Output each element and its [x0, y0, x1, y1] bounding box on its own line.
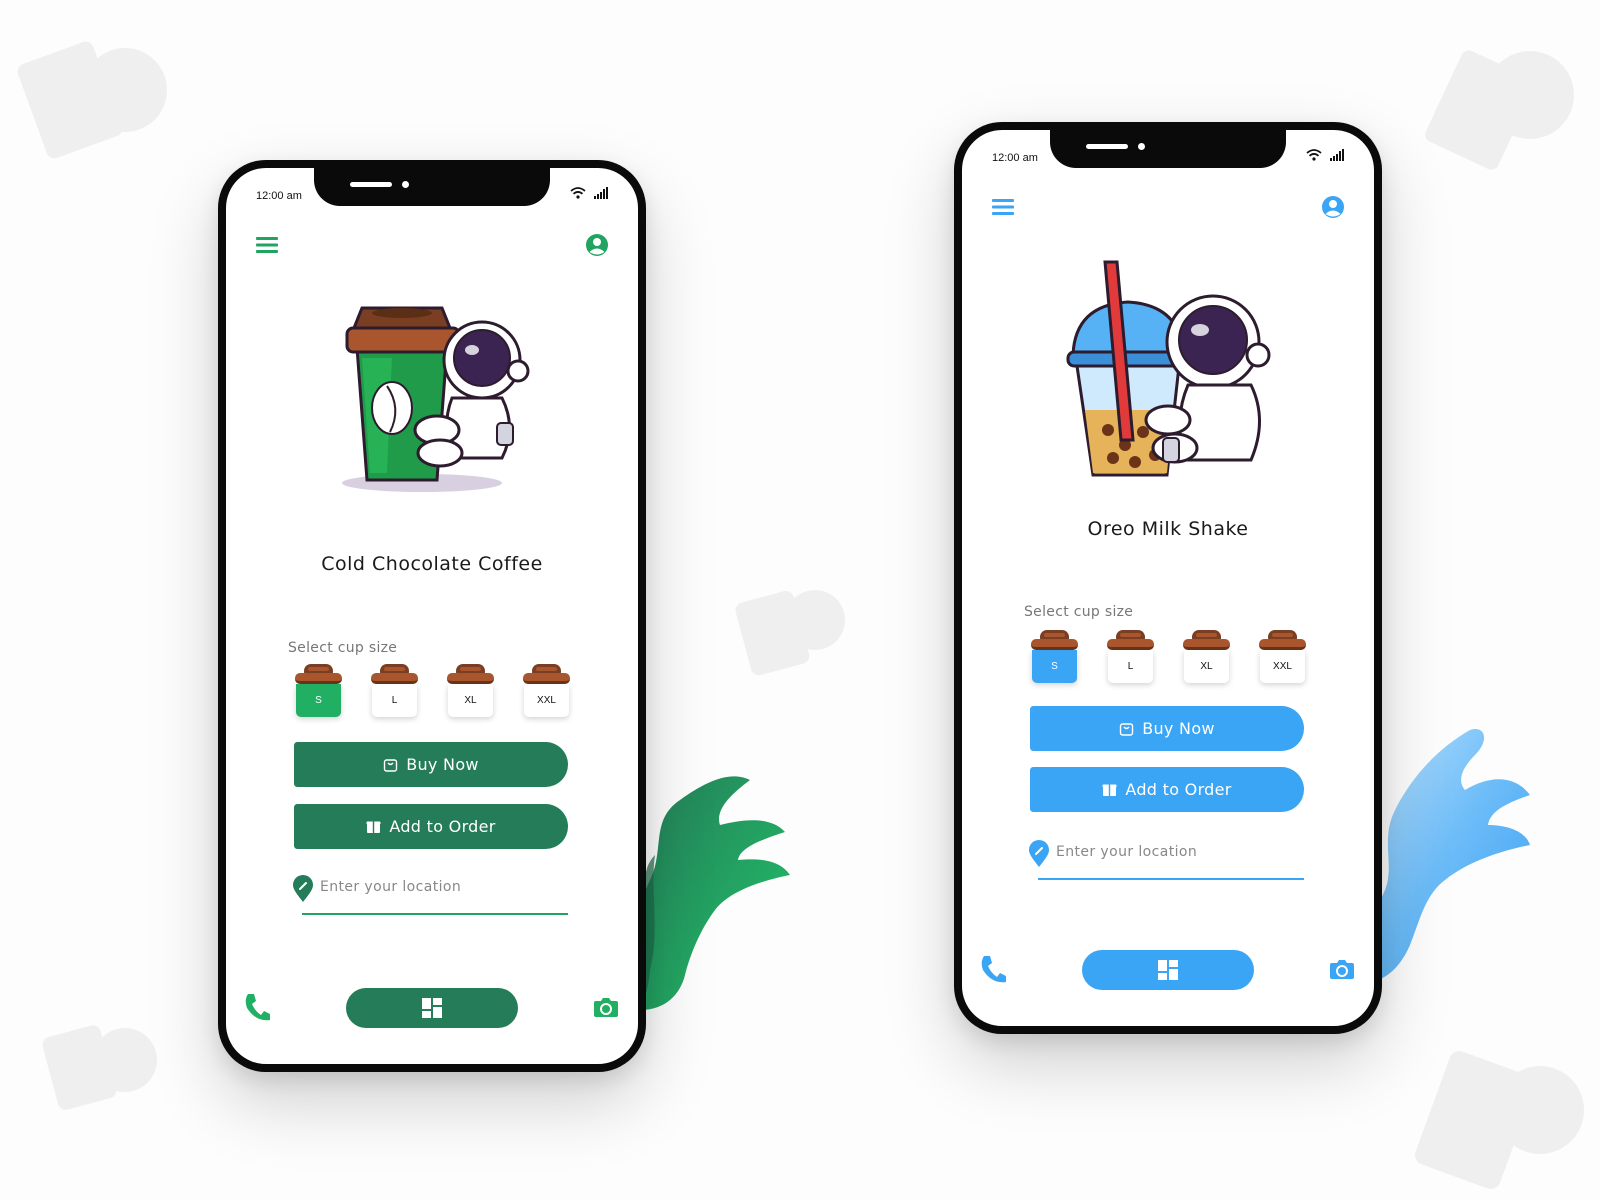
buy-now-button[interactable]: Buy Now	[1030, 706, 1304, 751]
home-dashboard-button[interactable]	[1082, 950, 1254, 990]
user-avatar-icon	[1322, 196, 1344, 218]
shopping-bag-icon	[1119, 723, 1134, 736]
phone-notch	[314, 168, 550, 206]
astronaut-coffee-cup-illustration	[342, 306, 530, 492]
phone-mockup-milkshake: 12:00 am Oreo Milk Shake Select cup size…	[954, 122, 1382, 1034]
buy-now-button[interactable]: Buy Now	[294, 742, 568, 787]
bottom-navigation	[962, 948, 1374, 998]
background-cup-doodle-icon	[42, 1025, 157, 1110]
profile-button[interactable]	[582, 230, 612, 260]
wifi-icon	[1306, 149, 1322, 161]
showcase-canvas: 12:00 am Cold Chocolate Coffee Select cu…	[0, 0, 1600, 1200]
app-screen: 12:00 am	[962, 130, 1374, 1026]
profile-button[interactable]	[1318, 192, 1348, 222]
size-option-xl[interactable]: XL	[1182, 630, 1231, 686]
location-input[interactable]	[320, 871, 570, 903]
buy-now-label: Buy Now	[1142, 719, 1215, 738]
phone-mockup-coffee: 12:00 am Cold Chocolate Coffee Select cu…	[218, 160, 646, 1072]
product-title: Cold Chocolate Coffee	[321, 553, 543, 575]
phone-call-icon[interactable]	[244, 992, 270, 1022]
status-icons	[570, 187, 608, 199]
home-dashboard-button[interactable]	[346, 988, 518, 1028]
select-size-label: Select cup size	[1024, 604, 1134, 620]
camera-icon[interactable]	[1330, 958, 1354, 980]
location-input[interactable]	[1056, 836, 1306, 868]
background-cup-doodle-icon	[735, 590, 845, 676]
dashboard-grid-icon	[422, 998, 442, 1018]
background-cup-doodle-icon	[17, 41, 167, 159]
hamburger-menu-button[interactable]	[988, 192, 1018, 222]
signal-icon	[1330, 149, 1344, 161]
signal-icon	[594, 187, 608, 199]
add-to-order-label: Add to Order	[389, 817, 496, 836]
location-pin-icon	[293, 875, 313, 902]
shopping-bag-icon	[383, 759, 398, 772]
status-time: 12:00 am	[992, 152, 1038, 164]
add-to-order-button[interactable]: Add to Order	[294, 804, 568, 849]
cup-size-selector: S L XL XXL	[1030, 630, 1307, 686]
size-option-xxl[interactable]: XXL	[522, 664, 571, 720]
buy-now-label: Buy Now	[406, 755, 479, 774]
add-to-order-button[interactable]: Add to Order	[1030, 767, 1304, 812]
location-field	[1028, 836, 1306, 880]
app-screen: 12:00 am	[226, 168, 638, 1064]
background-cup-doodle-icon	[1425, 50, 1574, 170]
size-option-s[interactable]: S	[294, 664, 343, 720]
status-time: 12:00 am	[256, 190, 302, 202]
size-option-s[interactable]: S	[1030, 630, 1079, 686]
gift-box-icon	[366, 821, 381, 833]
wifi-icon	[570, 187, 586, 199]
location-field	[292, 871, 570, 915]
size-option-l[interactable]: L	[370, 664, 419, 720]
location-pin-icon	[1029, 840, 1049, 867]
cup-size-selector: S L XL XXL	[294, 664, 571, 720]
phone-call-icon[interactable]	[980, 954, 1006, 984]
astronaut-bubble-tea-illustration	[1066, 260, 1271, 477]
size-option-xxl[interactable]: XXL	[1258, 630, 1307, 686]
product-title: Oreo Milk Shake	[1087, 518, 1249, 540]
hamburger-icon	[256, 237, 278, 253]
add-to-order-label: Add to Order	[1125, 780, 1232, 799]
hamburger-menu-button[interactable]	[252, 230, 282, 260]
size-option-xl[interactable]: XL	[446, 664, 495, 720]
user-avatar-icon	[586, 234, 608, 256]
hamburger-icon	[992, 199, 1014, 215]
select-size-label: Select cup size	[288, 640, 398, 656]
status-icons	[1306, 149, 1344, 161]
camera-icon[interactable]	[594, 996, 618, 1018]
gift-box-icon	[1102, 784, 1117, 796]
dashboard-grid-icon	[1158, 960, 1178, 980]
green-leaf-decoration	[630, 776, 790, 1015]
size-option-l[interactable]: L	[1106, 630, 1155, 686]
bottom-navigation	[226, 986, 638, 1036]
background-cup-doodle-icon	[1415, 1051, 1584, 1189]
phone-notch	[1050, 130, 1286, 168]
